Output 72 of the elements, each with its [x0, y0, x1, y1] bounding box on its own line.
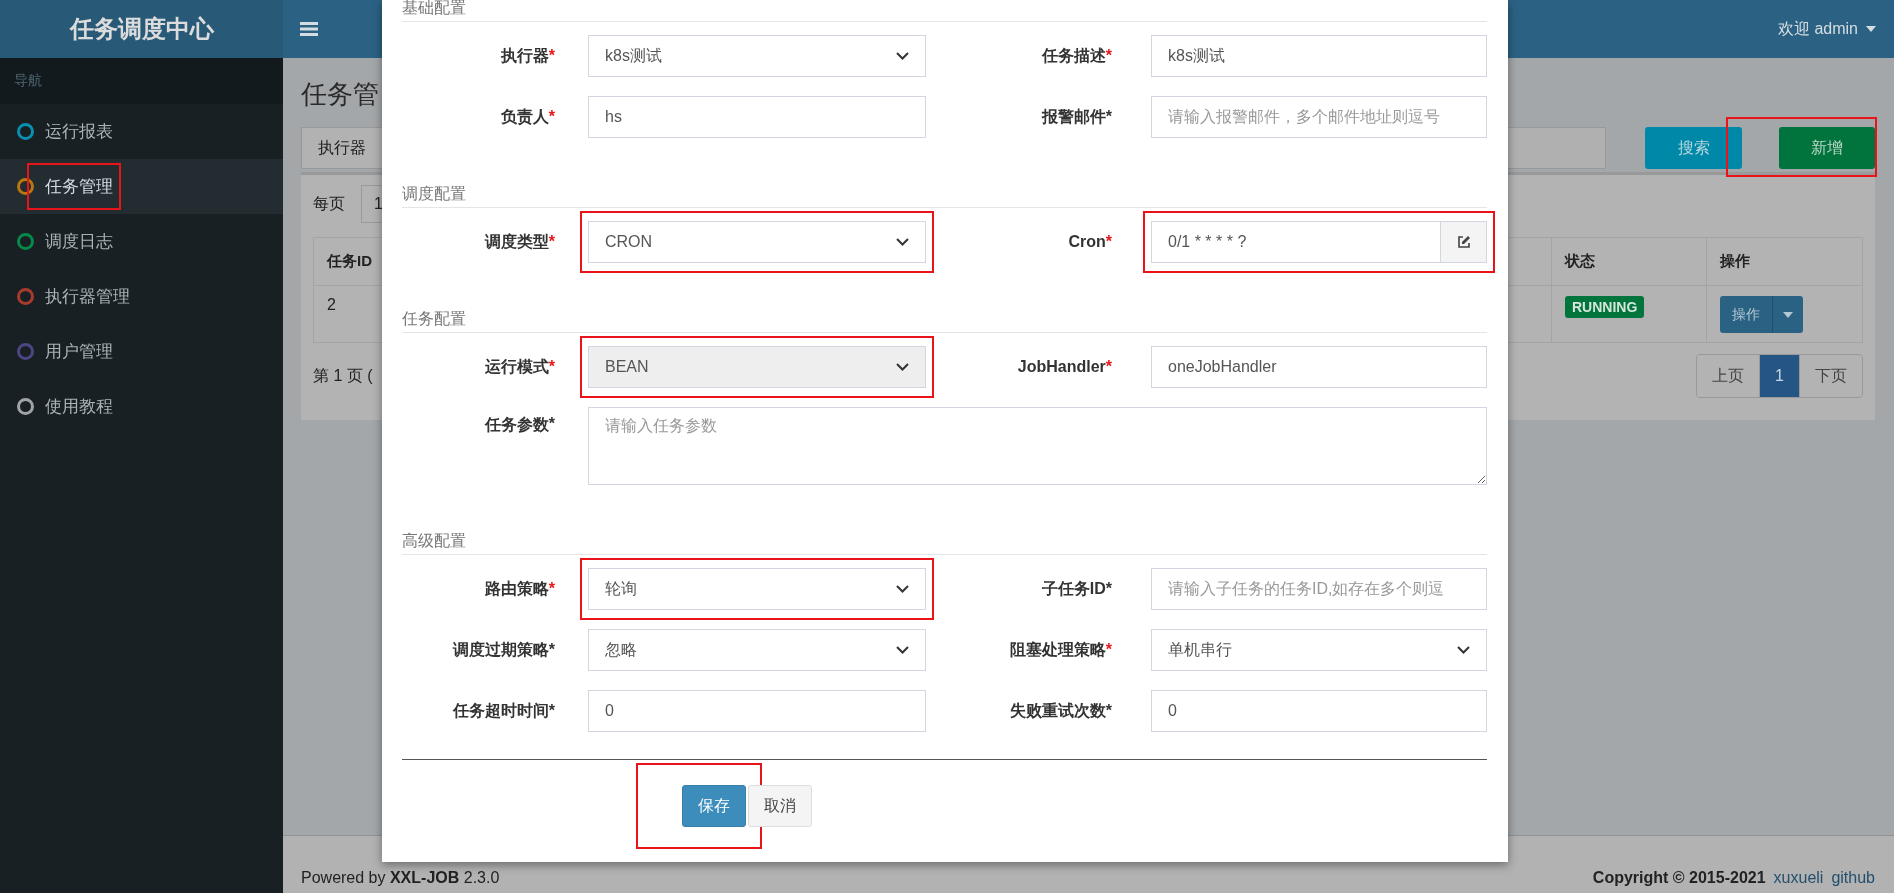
field-label: 阻塞处理策略*	[1009, 639, 1113, 660]
input-field[interactable]: 请输入子任务的任务ID,如存在多个则逗	[1151, 568, 1487, 610]
page-button[interactable]: 1	[1759, 355, 1799, 397]
field-label: Cron*	[1068, 232, 1113, 252]
chevron-icon	[896, 238, 909, 246]
input-field[interactable]: 0	[588, 690, 926, 732]
input-field[interactable]: hs	[588, 96, 926, 138]
powered-by-text: Powered by XXL-JOB 2.3.0	[301, 869, 500, 888]
select-field[interactable]: 轮询	[588, 568, 926, 610]
status-badge: RUNNING	[1565, 296, 1645, 318]
caret-icon	[1866, 26, 1876, 32]
menu-icon[interactable]	[300, 22, 318, 36]
field-label: 调度过期策略*	[452, 639, 556, 660]
column-header: 任务ID	[327, 252, 372, 269]
edit-button[interactable]	[1441, 221, 1487, 263]
section-heading: 基础配置	[402, 0, 1487, 22]
input-field[interactable]: 0/1 * * * * ?	[1151, 221, 1441, 263]
field-label: 失败重试次数*	[1009, 700, 1113, 721]
section-heading: 任务配置	[402, 307, 1487, 333]
input-field[interactable]: k8s测试	[1151, 35, 1487, 77]
column-header: 状态	[1565, 252, 1595, 269]
chevron-icon	[896, 646, 909, 654]
caret-icon	[1783, 311, 1793, 318]
section-heading: 调度配置	[402, 182, 1487, 208]
page-info: 第 1 页 (	[313, 365, 373, 386]
chevron-icon	[896, 363, 909, 371]
sidebar-item[interactable]: 任务管理	[0, 159, 283, 214]
select-field[interactable]: CRON	[588, 221, 926, 263]
textarea-field[interactable]: 请输入任务参数	[588, 407, 1487, 485]
field-label: 执行器*	[500, 45, 556, 66]
input-field[interactable]: 请输入报警邮件，多个邮件地址则逗号	[1151, 96, 1487, 138]
app-logo: 任务调度中心	[0, 0, 283, 58]
user-menu[interactable]: 欢迎 admin	[1777, 18, 1876, 40]
chevron-icon	[1457, 646, 1470, 654]
input-field[interactable]: 0	[1151, 690, 1487, 732]
table-cell: 2	[327, 296, 336, 313]
save-button[interactable]: 保存	[682, 785, 746, 827]
footer-link[interactable]: github	[1831, 869, 1875, 893]
field-label: JobHandler*	[1017, 357, 1113, 377]
sidebar-item[interactable]: 调度日志	[0, 214, 283, 269]
sidebar-item[interactable]: 执行器管理	[0, 269, 283, 324]
column-header: 操作	[1720, 252, 1750, 269]
field-label: 负责人*	[500, 106, 556, 128]
page-size-label: 每页	[313, 193, 345, 214]
page-title: 任务管	[301, 78, 380, 111]
nav-heading: 导航	[0, 58, 283, 104]
action-button[interactable]: 操作	[1720, 296, 1803, 333]
section-heading: 高级配置	[402, 529, 1487, 555]
input-field[interactable]: oneJobHandler	[1151, 346, 1487, 388]
chevron-icon	[896, 52, 909, 60]
field-label: 任务参数*	[484, 414, 556, 435]
field-label: 任务描述*	[1041, 45, 1113, 66]
field-label: 任务超时时间*	[452, 700, 556, 721]
edit-icon	[1456, 235, 1471, 249]
sidebar-item[interactable]: 运行报表	[0, 104, 283, 159]
sidebar-item[interactable]: 用户管理	[0, 324, 283, 379]
select-field[interactable]: k8s测试	[588, 35, 926, 77]
sidebar-item[interactable]: 使用教程	[0, 379, 283, 434]
footer-link[interactable]: xuxueli	[1773, 869, 1824, 893]
copyright-text: Copyright © 2015-2021	[1592, 869, 1766, 888]
field-label: 调度类型*	[484, 231, 556, 252]
cancel-button[interactable]: 取消	[748, 785, 812, 827]
select-field[interactable]: 忽略	[588, 629, 926, 671]
filter-label: 执行器	[301, 127, 383, 169]
chevron-icon	[896, 585, 909, 593]
page-button[interactable]: 下页	[1799, 355, 1862, 397]
add-button[interactable]: 新增	[1779, 127, 1875, 169]
field-label: 路由策略*	[484, 578, 556, 599]
field-label: 报警邮件*	[1041, 106, 1113, 127]
select-field[interactable]: 单机串行	[1151, 629, 1487, 671]
field-label: 运行模式*	[484, 356, 556, 377]
field-label: 子任务ID*	[1041, 578, 1113, 599]
